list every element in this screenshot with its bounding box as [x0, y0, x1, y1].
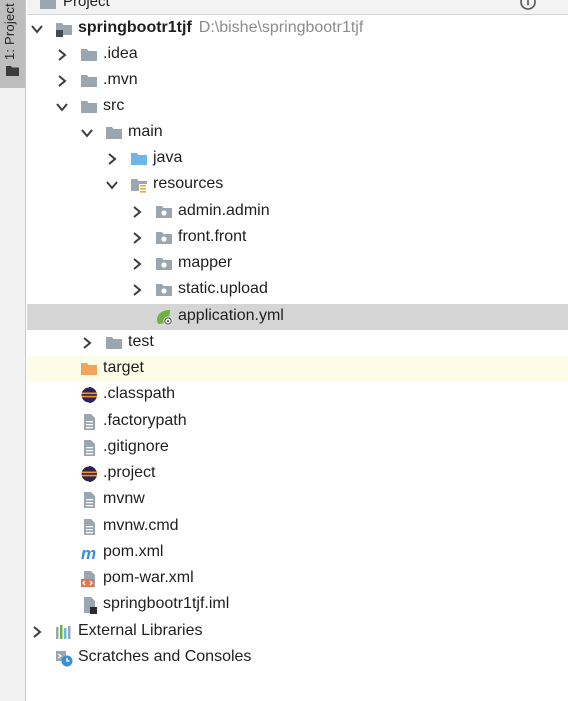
chevron-right-icon[interactable] — [130, 231, 144, 245]
excluded-folder-icon — [80, 360, 98, 378]
project-folder-icon — [39, 0, 57, 12]
chevron-right-icon[interactable] — [55, 74, 69, 88]
tree-item-pom-war-xml[interactable]: pom-war.xml — [27, 566, 568, 592]
text-file-icon — [80, 518, 98, 536]
tree-item-label: static.upload — [178, 280, 268, 297]
package-folder-icon — [155, 229, 173, 247]
tree-item-label: mvnw — [103, 490, 145, 507]
tree-item-application-yml[interactable]: application.yml — [27, 304, 568, 330]
tree-item-label: .factorypath — [103, 412, 187, 429]
folder-icon — [80, 46, 98, 64]
tree-item-factorypath[interactable]: .factorypath — [27, 409, 568, 435]
header-title[interactable]: Project — [63, 0, 110, 10]
module-file-icon — [80, 596, 98, 614]
tree-item-idea[interactable]: .idea — [27, 42, 568, 68]
tree-item-test[interactable]: test — [27, 330, 568, 356]
package-folder-icon — [155, 255, 173, 273]
tree-item-front-front[interactable]: front.front — [27, 225, 568, 251]
chevron-down-icon[interactable] — [80, 126, 94, 140]
folder-icon — [80, 72, 98, 90]
eclipse-icon — [80, 386, 98, 404]
project-path: D:\bishe\springbootr1tjf — [198, 19, 364, 36]
tree-item-label: .project — [103, 464, 156, 481]
tree-item-label: mapper — [178, 254, 233, 271]
tree-item-admin-admin[interactable]: admin.admin — [27, 199, 568, 225]
text-file-icon — [80, 413, 98, 431]
tree-item-label: front.front — [178, 228, 247, 245]
text-file-icon — [80, 491, 98, 509]
chevron-right-icon[interactable] — [105, 152, 119, 166]
package-folder-icon — [155, 281, 173, 299]
tree-item-target[interactable]: target — [27, 356, 568, 382]
folder-icon — [6, 66, 19, 76]
tree-item-pom-xml[interactable]: pom.xml — [27, 540, 568, 566]
tree-item-label: admin.admin — [178, 202, 270, 219]
tree-item-src[interactable]: src — [27, 94, 568, 120]
tool-window-stripe: 1: Project — [0, 0, 26, 701]
tree-item-mvnw[interactable]: mvnw — [27, 487, 568, 513]
tree-item-label: java — [153, 149, 183, 166]
chevron-down-icon[interactable] — [30, 22, 44, 36]
tree-item-label: .idea — [103, 45, 138, 62]
tree-item-external-libraries[interactable]: External Libraries — [27, 619, 568, 645]
source-folder-icon — [130, 150, 148, 168]
tree-item-label: External Libraries — [78, 622, 203, 639]
tree-item-resources[interactable]: resources — [27, 172, 568, 198]
project-tool-tab[interactable]: 1: Project — [0, 0, 25, 88]
tree-item-label: pom-war.xml — [103, 569, 194, 586]
chevron-down-icon[interactable] — [105, 178, 119, 192]
chevron-right-icon[interactable] — [130, 283, 144, 297]
tree-item-label: main — [128, 123, 163, 140]
tree-item-project-root[interactable]: springbootr1tjf D:\bishe\springbootr1tjf — [27, 16, 568, 42]
folder-icon — [105, 124, 123, 142]
chevron-right-icon[interactable] — [30, 625, 44, 639]
tree-item-label: .classpath — [103, 385, 176, 402]
tree-item-java[interactable]: java — [27, 146, 568, 172]
eclipse-icon — [80, 465, 98, 483]
tree-item-classpath[interactable]: .classpath — [27, 382, 568, 408]
tree-item-label: Scratches and Consoles — [78, 648, 252, 665]
text-file-icon — [80, 439, 98, 457]
folder-icon — [80, 98, 98, 116]
tree-item-iml[interactable]: springbootr1tjf.iml — [27, 592, 568, 618]
chevron-down-icon[interactable] — [55, 100, 69, 114]
tree-item-label: .gitignore — [103, 438, 169, 455]
tree-item-mvn[interactable]: .mvn — [27, 68, 568, 94]
tree-item-label: src — [103, 97, 125, 114]
tree-item-scratches[interactable]: Scratches and Consoles — [27, 645, 568, 671]
tree-item-label: .mvn — [103, 71, 138, 88]
tree-item-label: springbootr1tjf — [78, 19, 192, 36]
tree-item-static-upload[interactable]: static.upload — [27, 277, 568, 303]
project-module-icon — [55, 20, 73, 38]
libraries-icon — [55, 623, 73, 641]
maven-icon — [80, 544, 98, 562]
resources-folder-icon — [130, 176, 148, 194]
chevron-right-icon[interactable] — [130, 257, 144, 271]
xml-file-icon — [80, 570, 98, 588]
tree-item-gitignore[interactable]: .gitignore — [27, 435, 568, 461]
tree-item-label: resources — [153, 175, 224, 192]
project-tab-label[interactable]: 1: Project — [2, 3, 17, 60]
tree-item-mapper[interactable]: mapper — [27, 251, 568, 277]
tree-item-mvnw-cmd[interactable]: mvnw.cmd — [27, 514, 568, 540]
tree-item-project-file[interactable]: .project — [27, 461, 568, 487]
tree-item-label: springbootr1tjf.iml — [103, 595, 230, 612]
tree-item-label: mvnw.cmd — [103, 517, 179, 534]
folder-icon — [105, 334, 123, 352]
chevron-right-icon[interactable] — [55, 48, 69, 62]
settings-icon[interactable] — [518, 0, 538, 12]
tree-item-label: pom.xml — [103, 543, 164, 560]
scratches-icon — [55, 649, 73, 667]
project-header: Project — [27, 0, 568, 15]
tree-item-label: test — [128, 333, 154, 350]
tree-item-label: target — [103, 359, 144, 376]
package-folder-icon — [155, 203, 173, 221]
tree-item-main[interactable]: main — [27, 120, 568, 146]
tree-item-label: application.yml — [178, 307, 284, 324]
project-tree: springbootr1tjf D:\bishe\springbootr1tjf … — [27, 15, 568, 701]
spring-config-icon — [155, 308, 173, 326]
chevron-right-icon[interactable] — [130, 205, 144, 219]
chevron-right-icon[interactable] — [80, 336, 94, 350]
